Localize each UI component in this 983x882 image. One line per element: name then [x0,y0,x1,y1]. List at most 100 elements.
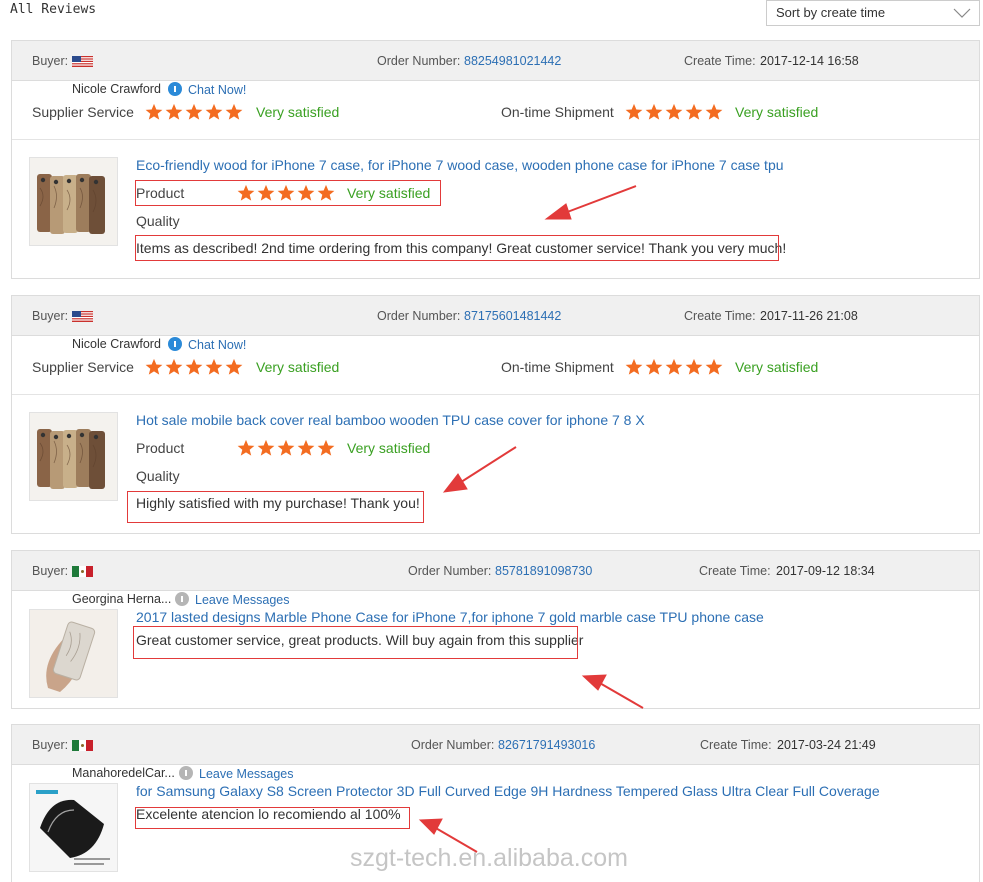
highlight-box [133,626,578,659]
review-card: Buyer: Order Number: 85781891098730 Crea… [11,550,980,709]
review-card: Buyer: Order Number: 87175601481442 Crea… [11,295,980,534]
star-icon [685,358,703,376]
mexico-flag-icon [72,566,93,577]
buyer-label: Buyer: [32,309,69,323]
buyer-label: Buyer: [32,564,69,578]
star-icon [185,103,203,121]
us-flag-icon [72,56,93,67]
buyer-label: Buyer: [32,54,69,68]
supplier-service-rating: Very satisfied [256,104,340,120]
leave-messages-link[interactable]: Leave Messages [179,766,294,781]
star-icon [705,103,723,121]
create-time-value: 2017-03-24 21:49 [777,738,876,752]
buyer-name: Georgina Herna... [72,592,172,606]
wood-phone-cases-image [30,158,118,246]
create-time-label: Create Time: [699,564,771,578]
us-flag-icon [72,311,93,322]
order-number-label: Order Number: [408,564,492,578]
buyer-label: Buyer: [32,738,69,752]
chat-bubble-icon [175,592,189,606]
star-icon [225,103,243,121]
page-title: All Reviews [10,2,97,17]
supplier-service-stars [145,103,245,123]
star-icon [225,358,243,376]
star-icon [685,103,703,121]
product-title-link[interactable]: Eco-friendly wood for iPhone 7 case, for… [136,157,784,173]
product-thumbnail[interactable] [29,157,118,246]
chat-now-link[interactable]: Chat Now! [168,82,246,97]
buyer-name: ManahoredelCar... [72,766,175,780]
order-number-link[interactable]: 82671791493016 [498,738,595,752]
supplier-service-stars [145,358,245,378]
star-icon [665,358,683,376]
order-number-label: Order Number: [377,54,461,68]
star-icon [645,103,663,121]
order-number-link[interactable]: 85781891098730 [495,564,592,578]
ontime-shipment-label: On-time Shipment [501,359,614,375]
quality-label: Quality [136,468,180,484]
create-time-label: Create Time: [684,309,756,323]
product-thumbnail[interactable] [29,412,118,501]
divider [12,394,979,395]
ontime-shipment-rating: Very satisfied [735,359,819,375]
star-icon [145,103,163,121]
product-stars [237,439,337,459]
highlight-box [135,807,410,829]
star-icon [665,103,683,121]
product-label: Product [136,440,185,456]
product-rating: Very satisfied [347,440,431,456]
star-icon [625,358,643,376]
star-icon [165,103,183,121]
ontime-shipment-stars [625,103,725,123]
star-icon [705,358,723,376]
review-header: Buyer: Order Number: 88254981021442 Crea… [12,41,979,81]
create-time-value: 2017-12-14 16:58 [760,54,859,68]
chat-bubble-icon [179,766,193,780]
highlight-box [135,235,779,261]
buyer-name: Nicole Crawford [72,82,161,96]
product-title-link[interactable]: for Samsung Galaxy S8 Screen Protector 3… [136,783,880,799]
star-icon [237,439,255,457]
star-icon [645,358,663,376]
chat-bubble-icon [168,82,182,96]
star-icon [297,439,315,457]
create-time-label: Create Time: [684,54,756,68]
product-title-link[interactable]: 2017 lasted designs Marble Phone Case fo… [136,609,764,625]
highlight-box [135,180,441,206]
star-icon [625,103,643,121]
supplier-service-rating: Very satisfied [256,359,340,375]
star-icon [145,358,163,376]
review-header: Buyer: Order Number: 85781891098730 Crea… [12,551,979,591]
order-number-link[interactable]: 88254981021442 [464,54,561,68]
review-card: Buyer: Order Number: 88254981021442 Crea… [11,40,980,279]
product-thumbnail[interactable] [29,609,118,698]
ontime-shipment-rating: Very satisfied [735,104,819,120]
star-icon [317,439,335,457]
order-number-label: Order Number: [377,309,461,323]
highlight-box [127,491,424,523]
watermark: szgt-tech.en.alibaba.com [350,844,628,872]
bamboo-phone-cases-image [30,413,118,501]
order-number-link[interactable]: 87175601481442 [464,309,561,323]
product-title-link[interactable]: Hot sale mobile back cover real bamboo w… [136,412,645,428]
divider [12,139,979,140]
star-icon [165,358,183,376]
star-icon [205,358,223,376]
quality-label: Quality [136,213,180,229]
chat-now-link[interactable]: Chat Now! [168,337,246,352]
product-thumbnail[interactable] [29,783,118,872]
order-number-label: Order Number: [411,738,495,752]
star-icon [205,103,223,121]
marble-case-image [30,610,117,697]
leave-messages-link[interactable]: Leave Messages [175,592,290,607]
create-time-value: 2017-11-26 21:08 [760,309,858,323]
sort-dropdown[interactable]: Sort by create time [766,0,980,26]
leave-messages-label: Leave Messages [199,767,294,781]
chat-label: Chat Now! [188,83,247,97]
create-time-value: 2017-09-12 18:34 [776,564,875,578]
review-header: Buyer: Order Number: 87175601481442 Crea… [12,296,979,336]
sort-label: Sort by create time [776,5,886,20]
supplier-service-label: Supplier Service [32,359,134,375]
supplier-service-label: Supplier Service [32,104,134,120]
star-icon [277,439,295,457]
